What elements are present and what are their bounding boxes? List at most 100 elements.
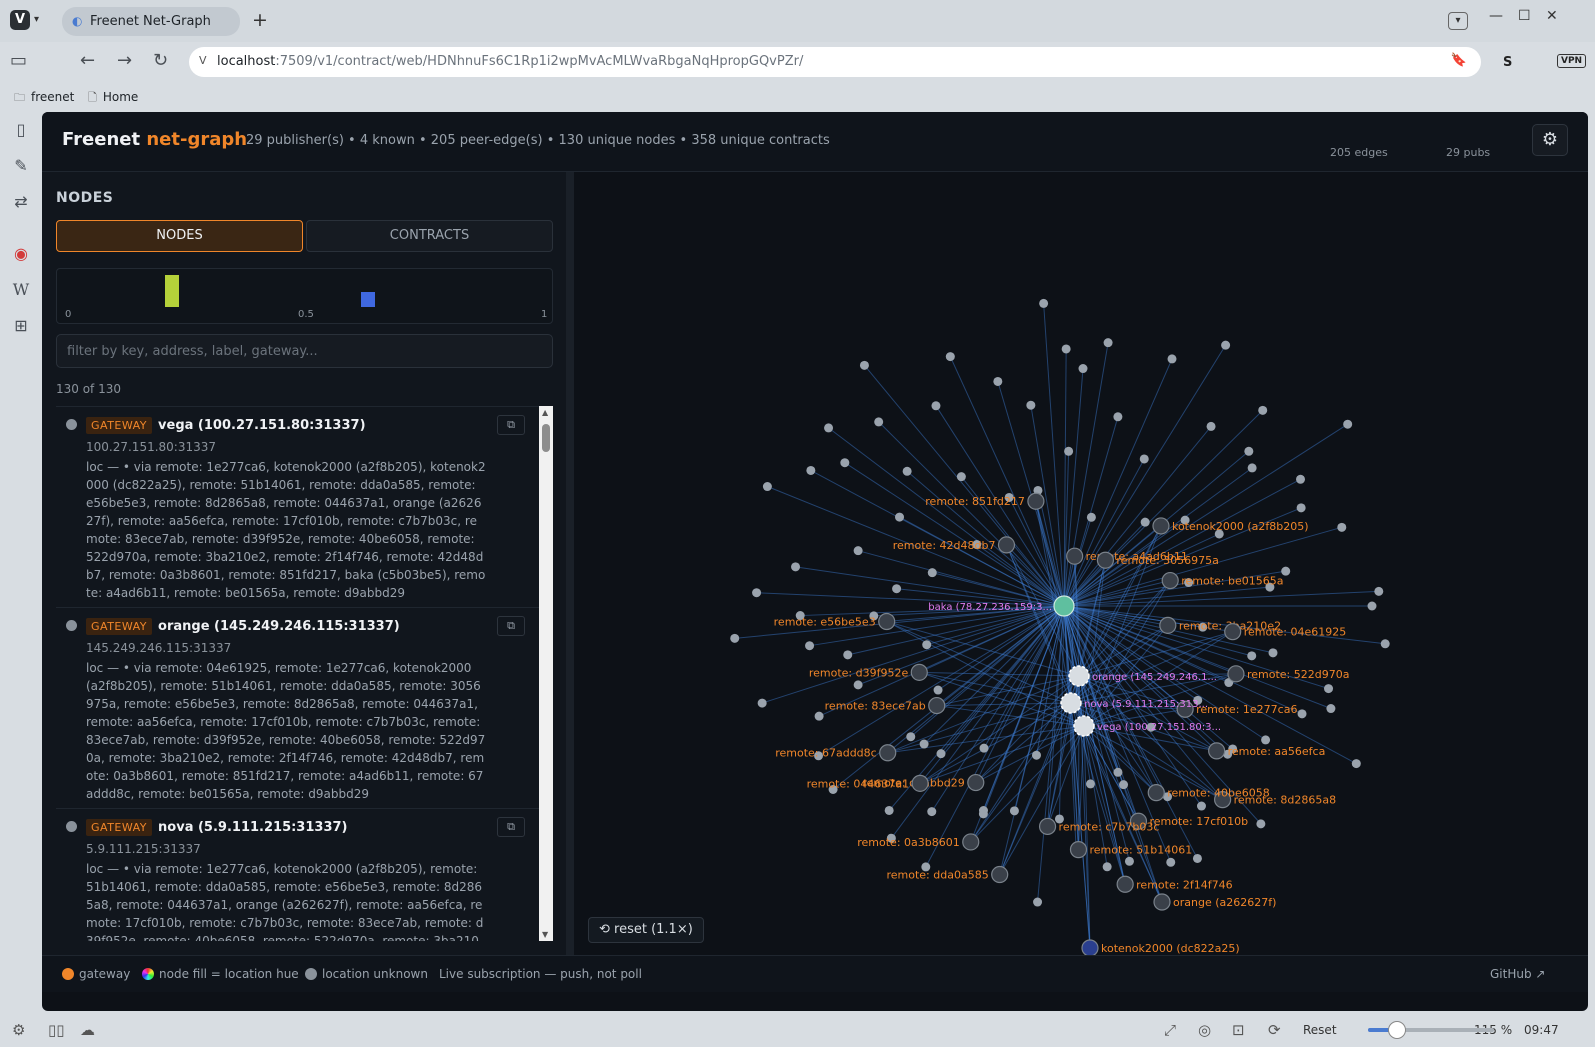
graph-node[interactable]	[806, 465, 816, 475]
graph-node[interactable]	[884, 805, 894, 815]
graph-node-labeled[interactable]	[1069, 841, 1088, 859]
panel-resize-handle[interactable]	[566, 172, 574, 955]
copy-icon[interactable]: ⧉	[497, 817, 525, 837]
gateway-node-label[interactable]: nova (5.9.111.215:313...	[1084, 699, 1208, 710]
hub-node-label[interactable]: baka (78.27.236.159:3...	[928, 602, 1052, 613]
graph-node[interactable]	[762, 482, 772, 492]
bookmark-freenet[interactable]: 🗀 freenet	[14, 89, 74, 108]
forward-arrow-icon[interactable]: →	[117, 50, 132, 72]
graph-node-labeled[interactable]	[1116, 875, 1134, 893]
graph-node[interactable]	[895, 512, 905, 522]
graph-node[interactable]	[1258, 405, 1268, 415]
reset-zoom-button[interactable]: ⟲ reset (1.1×)	[588, 917, 704, 943]
graph-node-labeled[interactable]	[997, 536, 1016, 554]
graph-node-labeled[interactable]	[991, 865, 1009, 884]
gateway-node-label[interactable]: orange (145.249.246.1...	[1092, 672, 1217, 683]
graph-node[interactable]	[1061, 344, 1071, 354]
graph-node-label[interactable]: remote: 42d48db7	[893, 539, 996, 552]
graph-node[interactable]	[757, 698, 767, 708]
graph-node[interactable]	[1166, 857, 1176, 867]
graph-node[interactable]	[927, 568, 937, 578]
graph-node[interactable]	[1297, 709, 1307, 719]
browser-menu-chevron-icon[interactable]: ▾	[34, 14, 39, 25]
graph-node[interactable]	[1296, 474, 1306, 484]
graph-node-labeled[interactable]	[911, 774, 929, 792]
node-list[interactable]: GATEWAY vega (100.27.151.80:31337) ⧉ 100.…	[56, 406, 539, 941]
graph-node-labeled[interactable]	[1161, 571, 1179, 590]
graph-node[interactable]	[956, 472, 966, 482]
settings-button[interactable]: ⚙	[1532, 124, 1568, 156]
graph-node[interactable]	[1380, 639, 1390, 649]
graph-node-labeled[interactable]	[1227, 665, 1245, 683]
screenshot-icon[interactable]: ◎	[1198, 1021, 1211, 1039]
address-bar[interactable]: V localhost:7509/v1/contract/web/HDNhnuF…	[189, 47, 1481, 77]
zoom-slider-thumb[interactable]	[1388, 1021, 1406, 1039]
graph-node[interactable]	[1033, 897, 1043, 907]
graph-node[interactable]	[922, 640, 932, 650]
graph-node[interactable]	[978, 809, 988, 819]
graph-node-label[interactable]: remote: 83ece7ab	[825, 700, 926, 713]
graph-node[interactable]	[933, 685, 943, 695]
graph-node[interactable]	[906, 732, 916, 742]
graph-node[interactable]	[993, 376, 1003, 386]
sync-cloud-icon[interactable]: ☁	[80, 1021, 95, 1039]
graph-node-label[interactable]: remote: 3056975a	[1116, 554, 1219, 567]
extension-s-icon[interactable]: S	[1503, 55, 1512, 70]
wikipedia-panel-icon[interactable]: W	[12, 280, 30, 299]
translate-panel-icon[interactable]: ⇄	[12, 192, 30, 211]
graph-node[interactable]	[1039, 298, 1049, 308]
copy-icon[interactable]: ⧉	[497, 415, 525, 435]
zoom-slider[interactable]	[1368, 1028, 1494, 1032]
graph-node-label[interactable]: kotenok2000 (a2f8b205)	[1172, 520, 1309, 533]
graph-node-label[interactable]: remote: 51b14061	[1089, 844, 1192, 857]
notes-panel-icon[interactable]: ✎	[12, 156, 30, 175]
graph-node[interactable]	[1206, 421, 1216, 431]
graph-node-labeled[interactable]	[878, 612, 896, 631]
graph-node-label[interactable]: remote: be01565a	[1181, 575, 1283, 588]
graph-node-label[interactable]: remote: dda0a585	[886, 869, 988, 882]
graph-node[interactable]	[1124, 856, 1134, 866]
graph-node-labeled[interactable]	[962, 833, 980, 851]
graph-node[interactable]	[1102, 862, 1112, 872]
graph-node-labeled[interactable]	[1152, 517, 1170, 535]
bookmarks-panel-icon[interactable]: ▯	[12, 120, 30, 139]
capture-icon[interactable]: ⤢	[1164, 1021, 1176, 1039]
graph-node-label[interactable]: remote: 67addd8c	[775, 747, 877, 760]
graph-node[interactable]	[1113, 767, 1123, 777]
graph-node[interactable]	[1113, 412, 1123, 422]
graph-node[interactable]	[843, 650, 853, 660]
page-actions-icon[interactable]: ⟳	[1268, 1021, 1281, 1039]
graph-node[interactable]	[1031, 750, 1041, 760]
graph-node-label[interactable]: remote: 40be6058	[1167, 787, 1270, 800]
graph-node[interactable]	[805, 641, 815, 651]
close-window-icon[interactable]: ✕	[1546, 8, 1558, 24]
graph-node[interactable]	[892, 584, 902, 594]
graph-node[interactable]	[1268, 648, 1278, 658]
graph-node[interactable]	[874, 417, 884, 427]
graph-node[interactable]	[1167, 354, 1177, 364]
gateway-node[interactable]	[1073, 715, 1095, 737]
graph-node[interactable]	[979, 743, 989, 753]
graph-node[interactable]	[824, 423, 834, 433]
new-tab-button[interactable]: +	[252, 10, 268, 30]
minimize-window-icon[interactable]: —	[1489, 8, 1503, 24]
bookmark-page-icon[interactable]: 🔖	[1451, 53, 1467, 68]
filter-input[interactable]	[56, 334, 553, 368]
graph-node[interactable]	[1009, 806, 1019, 816]
graph-node-label[interactable]: remote: 1e277ca6	[1196, 703, 1297, 716]
graph-node[interactable]	[1256, 819, 1266, 829]
graph-node-label[interactable]: remote: aa56efca	[1228, 745, 1326, 758]
graph-node[interactable]	[1085, 779, 1095, 789]
graph-node-label[interactable]: remote: 0a3b8601	[857, 836, 960, 849]
graph-node[interactable]	[919, 739, 929, 749]
graph-node-label[interactable]: remote: e56be5e3	[774, 616, 876, 629]
graph-node[interactable]	[1221, 340, 1231, 350]
graph-node[interactable]	[1261, 735, 1271, 745]
graph-node[interactable]	[752, 588, 762, 598]
graph-node-labeled[interactable]	[1208, 742, 1226, 760]
graph-node[interactable]	[1367, 601, 1377, 611]
add-panel-icon[interactable]: ⊞	[12, 316, 30, 335]
graph-node-labeled[interactable]	[1224, 623, 1242, 641]
graph-node-labeled[interactable]	[928, 696, 946, 715]
graph-node[interactable]	[1351, 759, 1361, 769]
